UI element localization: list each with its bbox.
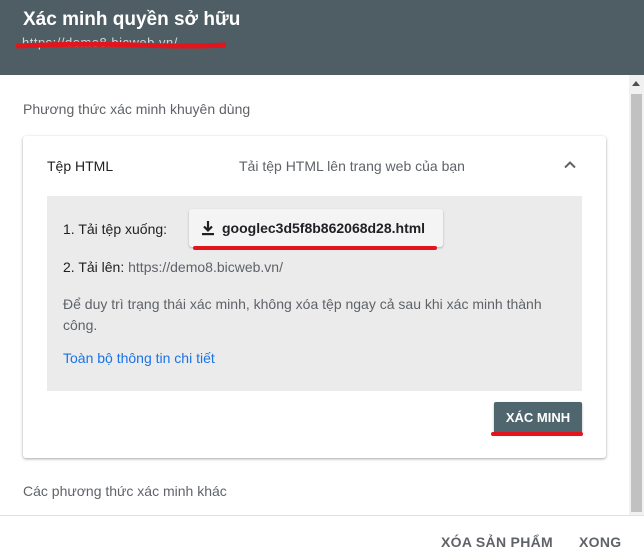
- verify-ownership-dialog: Xác minh quyền sở hữu https://demo8.bicw…: [0, 0, 644, 551]
- dialog-title: Xác minh quyền sở hữu: [23, 9, 241, 30]
- verification-note: Để duy trì trạng thái xác minh, không xó…: [63, 296, 542, 333]
- scroll-up-arrow-icon[interactable]: [632, 81, 640, 86]
- red-underline-mark: [193, 246, 437, 250]
- scrollbar[interactable]: [629, 75, 644, 515]
- scrollbar-thumb[interactable]: [631, 94, 642, 512]
- download-icon: [202, 221, 214, 236]
- step2-row: 2. Tải lên: https://demo8.bicweb.vn/: [63, 259, 283, 275]
- done-button[interactable]: XONG: [579, 534, 621, 550]
- step2-url: https://demo8.bicweb.vn/: [128, 259, 283, 275]
- html-file-method-card: Tệp HTML Tải tệp HTML lên trang web của …: [23, 136, 606, 458]
- method-description: Tải tệp HTML lên trang web của bạn: [239, 158, 465, 174]
- chevron-up-icon[interactable]: [561, 156, 579, 174]
- dialog-footer: XÓA SẢN PHẨM XONG: [0, 515, 644, 551]
- red-underline-mark: [491, 432, 583, 436]
- download-filename: googlec3d5f8b862068d28.html: [222, 220, 426, 236]
- other-methods-section-title: Các phương thức xác minh khác: [23, 483, 227, 499]
- download-file-button[interactable]: googlec3d5f8b862068d28.html: [189, 209, 443, 247]
- verify-button[interactable]: XÁC MINH: [494, 402, 582, 434]
- dialog-header: Xác minh quyền sở hữu https://demo8.bicw…: [0, 0, 644, 75]
- method-instructions: 1. Tải tệp xuống: googlec3d5f8b862068d28…: [47, 196, 582, 391]
- remove-property-button[interactable]: XÓA SẢN PHẨM: [441, 534, 553, 550]
- recommended-section-title: Phương thức xác minh khuyên dùng: [23, 101, 251, 117]
- step2-label: 2. Tải lên:: [63, 259, 125, 275]
- method-label: Tệp HTML: [47, 158, 114, 174]
- full-details-link[interactable]: Toàn bộ thông tin chi tiết: [63, 350, 215, 366]
- step1-label: 1. Tải tệp xuống:: [63, 221, 168, 237]
- red-redaction-mark: [16, 41, 226, 49]
